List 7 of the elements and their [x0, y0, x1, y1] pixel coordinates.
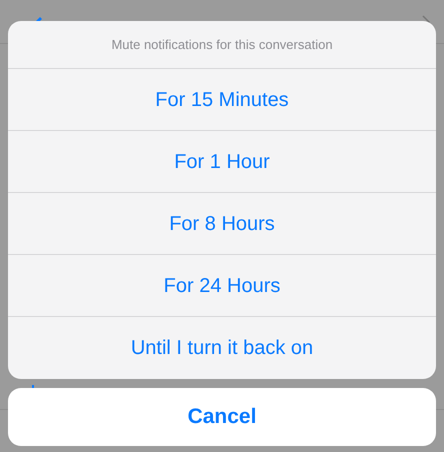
- sheet-title: Mute notifications for this conversation: [8, 21, 436, 69]
- mute-option-button[interactable]: For 1 Hour: [8, 131, 436, 193]
- cancel-button[interactable]: Cancel: [8, 388, 436, 446]
- mute-option-button[interactable]: For 15 Minutes: [8, 69, 436, 131]
- mute-option-button[interactable]: Until I turn it back on: [8, 317, 436, 379]
- mute-option-button[interactable]: For 24 Hours: [8, 255, 436, 317]
- mute-option-button[interactable]: For 8 Hours: [8, 193, 436, 255]
